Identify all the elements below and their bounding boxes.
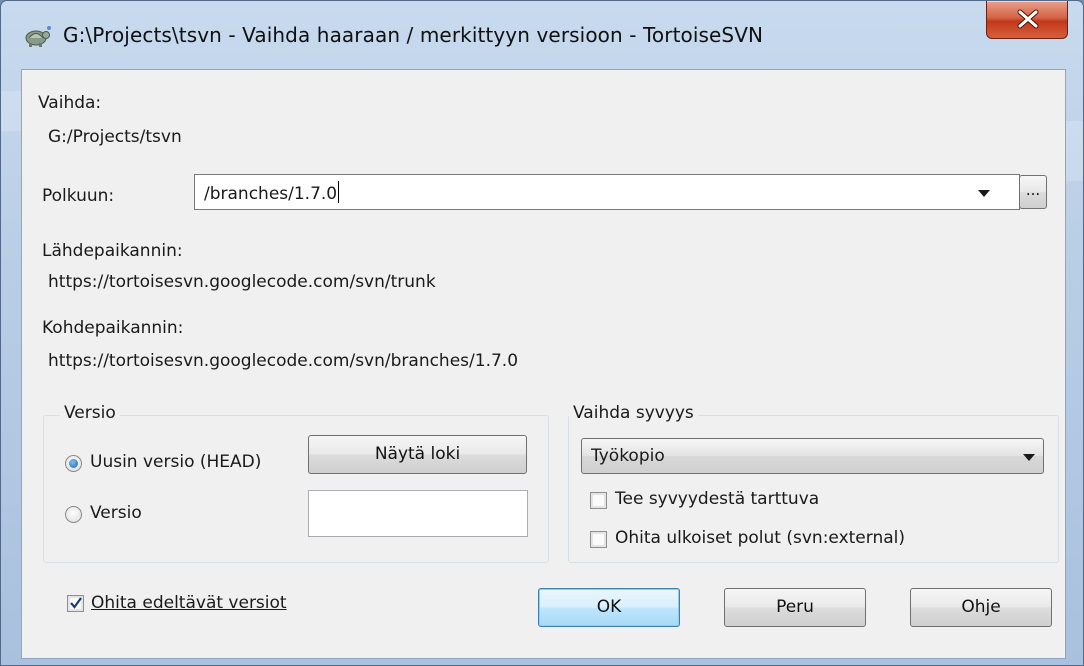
tortoisesvn-turtle-icon — [24, 24, 52, 48]
to-path-combobox[interactable]: /branches/1.7.0 — [194, 174, 1020, 210]
to-path-input[interactable]: /branches/1.7.0 — [204, 181, 340, 204]
specific-revision-radio[interactable] — [65, 506, 82, 523]
browse-button[interactable]: ... — [1019, 175, 1047, 209]
revision-group-title: Versio — [60, 403, 120, 423]
text-caret — [338, 181, 340, 203]
ok-button[interactable]: OK — [538, 588, 680, 627]
sticky-depth-label[interactable]: Tee syvyydestä tarttuva — [615, 489, 819, 509]
depth-select[interactable]: Työkopio — [581, 438, 1044, 474]
checkmark-icon — [70, 597, 82, 609]
ignore-ancestry-checkbox[interactable] — [67, 595, 84, 612]
glass-decoration — [1066, 121, 1083, 181]
switch-label: Vaihda: — [38, 93, 102, 113]
close-button[interactable] — [986, 1, 1068, 39]
chevron-down-icon[interactable] — [1023, 454, 1035, 461]
revision-input[interactable] — [308, 490, 528, 537]
source-repo-url: https://tortoisesvn.googlecode.com/svn/t… — [48, 272, 436, 292]
switch-dialog-window: G:\Projects\tsvn - Vaihda haaraan / merk… — [0, 0, 1084, 666]
source-repo-label: Lähdepaikannin: — [42, 241, 183, 261]
ignore-externals-label[interactable]: Ohita ulkoiset polut (svn:external) — [615, 528, 905, 548]
close-icon — [1017, 9, 1039, 29]
sticky-depth-checkbox[interactable] — [590, 492, 607, 509]
depth-select-value: Työkopio — [591, 446, 665, 466]
to-path-value: /branches/1.7.0 — [204, 184, 338, 204]
ignore-externals-checkbox[interactable] — [590, 531, 607, 548]
cancel-button[interactable]: Peru — [724, 588, 866, 627]
window-title: G:\Projects\tsvn - Vaihda haaraan / merk… — [63, 23, 764, 47]
glass-decoration — [1, 91, 21, 131]
head-revision-radio[interactable] — [65, 455, 82, 472]
target-repo-label: Kohdepaikannin: — [42, 318, 184, 338]
specific-revision-label[interactable]: Versio — [90, 503, 142, 523]
chevron-down-icon[interactable] — [978, 190, 990, 197]
show-log-button[interactable]: Näytä loki — [308, 435, 527, 474]
to-path-label: Polkuun: — [42, 186, 115, 206]
title-bar[interactable]: G:\Projects\tsvn - Vaihda haaraan / merk… — [1, 1, 1083, 69]
working-copy-path: G:/Projects/tsvn — [48, 127, 182, 147]
dialog-client-area: Vaihda: G:/Projects/tsvn Polkuun: /branc… — [21, 69, 1066, 659]
head-revision-label[interactable]: Uusin versio (HEAD) — [90, 452, 261, 472]
help-button[interactable]: Ohje — [910, 588, 1052, 627]
ignore-ancestry-label[interactable]: Ohita edeltävät versiot — [91, 593, 287, 613]
depth-group-title: Vaihda syvyys — [569, 403, 698, 423]
target-repo-url: https://tortoisesvn.googlecode.com/svn/b… — [48, 351, 519, 371]
